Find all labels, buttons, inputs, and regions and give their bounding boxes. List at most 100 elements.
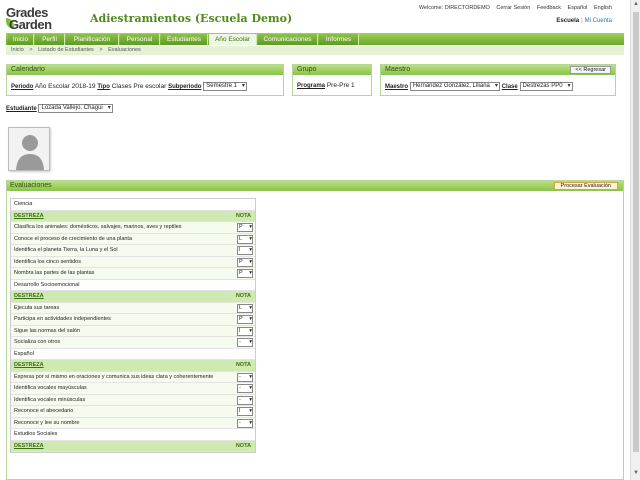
tab-personal[interactable]: Personal (120, 34, 160, 45)
grade-select[interactable]: P (237, 223, 253, 232)
back-button[interactable]: << Regresar (570, 66, 611, 74)
evaluation-row: Nombra las partes de las plantas P (11, 268, 255, 280)
skill-text: Participa en actividades independientes (14, 316, 111, 322)
periodo-label: Periodo (11, 84, 34, 91)
student-label: Estudiante (6, 106, 37, 113)
grade-select[interactable]: P (237, 315, 253, 324)
breadcrumb-separator: > (99, 47, 103, 53)
destreza-column-header[interactable]: DESTREZA (14, 213, 44, 219)
grade-select[interactable]: P (237, 269, 253, 278)
destreza-column-header[interactable]: DESTREZA (14, 293, 44, 299)
evaluation-row: Identifica vocales mayúsculas - (11, 383, 255, 395)
skill-text: Identifica el planeta Tierra, la Luna y … (14, 247, 118, 253)
destreza-column-header[interactable]: DESTREZA (14, 362, 44, 368)
grade-select[interactable]: - (237, 338, 253, 347)
breadcrumb-separator: > (29, 47, 33, 53)
scrollbar-thumb[interactable] (633, 12, 639, 452)
grade-select[interactable]: - (237, 395, 253, 405)
skill-text: Ejecuta sus tareas (14, 304, 60, 311)
grade-select[interactable]: I (237, 326, 253, 336)
feedback-link[interactable]: Feedback (537, 5, 561, 11)
nota-column-header: NOTA (235, 293, 251, 299)
skill-text: Identifica vocales mayúsculas (14, 385, 87, 391)
maestro-panel: Maestro << Regresar Maestro Hernández Go… (380, 64, 616, 96)
student-avatar (8, 127, 50, 171)
section-name: Desarrollo Socioemocional (11, 279, 255, 291)
calendario-panel: Calendario Periodo Año Escolar 2018-19 T… (6, 64, 284, 96)
grupo-title: Grupo (293, 65, 371, 75)
school-label[interactable]: Escuela (556, 18, 579, 24)
grade-select[interactable]: L (237, 303, 253, 313)
scroll-up-icon[interactable]: ▲ (633, 1, 639, 7)
tipo-label: Tipo (97, 84, 110, 91)
tab-comunicaciones[interactable]: Comunicaciones (258, 34, 318, 45)
skill-text: Identifica vocales minúsculas (14, 396, 86, 403)
top-links: Welcome: DIRECTORDEMO Cerrar Sesión Feed… (414, 5, 612, 11)
grade-select[interactable]: I (237, 246, 253, 255)
evaluation-row: Conoce el proceso de crecimiento de una … (11, 233, 255, 245)
section-name: Español (11, 348, 255, 360)
main-nav: Inicio Perfil Planificación Personal Est… (6, 33, 624, 45)
section-header-row: DESTREZA NOTA (11, 210, 255, 222)
evaluaciones-title: Evaluaciones (7, 181, 623, 191)
section-name: Ciencia (11, 199, 255, 211)
grade-select[interactable]: I (237, 407, 253, 416)
scroll-down-icon[interactable]: ▼ (633, 470, 639, 476)
grupo-panel: Grupo Programa Pre-Pre 1 (292, 64, 372, 96)
student-selector: Estudiante Lozada Vallejo, Chagui (6, 104, 113, 113)
skill-text: Nombra las partes de las plantas (14, 270, 95, 276)
evaluation-row: Sigue las normas del salón I (11, 325, 255, 337)
clase-select[interactable]: Destrezas PP0 (519, 82, 573, 91)
evaluation-row: Clasifica los animales: domésticos, salv… (11, 222, 255, 234)
evaluation-row: Participa en actividades independientes P (11, 314, 255, 326)
tab-perfil[interactable]: Perfil (35, 34, 65, 45)
nota-column-header: NOTA (235, 442, 251, 449)
subperiodo-select[interactable]: Semestre 1 (203, 82, 247, 91)
skill-text: Reconoce y lee su nombre (14, 419, 80, 426)
evaluation-row: Socializa con otros - (11, 337, 255, 349)
grade-select[interactable]: L (237, 234, 253, 244)
calendario-title: Calendario (7, 65, 283, 75)
grade-select[interactable]: P (237, 257, 253, 267)
maestro-select[interactable]: Hernández González, Liliana (409, 82, 500, 91)
grade-select[interactable]: - (237, 372, 253, 382)
student-select[interactable]: Lozada Vallejo, Chagui (38, 104, 113, 113)
maestro-label: Maestro (385, 84, 409, 91)
school-links: Escuela | Mi Cuenta (556, 18, 612, 24)
tab-ano-escolar[interactable]: Año Escolar (209, 34, 257, 45)
evaluation-row: Reconoce y lee su nombre - (11, 417, 255, 429)
tab-inicio[interactable]: Inicio (8, 34, 34, 45)
page-scrollbar[interactable]: ▲ ▼ (630, 0, 640, 480)
clase-label: Clase (501, 84, 518, 91)
breadcrumb-listado[interactable]: Listado de Estudiantes (38, 47, 94, 53)
evaluation-row: Identifica el planeta Tierra, la Luna y … (11, 245, 255, 257)
evaluation-table: Ciencia DESTREZA NOTA Clasifica los animale… (10, 198, 256, 453)
grade-select[interactable]: - (237, 418, 253, 428)
logout-link[interactable]: Cerrar Sesión (496, 5, 530, 11)
evaluation-row: Reconoce el abecedario I (11, 406, 255, 418)
grades-garden-logo[interactable]: Grades Garden (6, 5, 84, 32)
process-evaluation-button[interactable]: Procesar Evaluación (553, 182, 618, 190)
tab-informes[interactable]: Informes (319, 34, 359, 45)
skill-text: Identifica los cinco sentidos (14, 258, 81, 265)
section-name: Estudios Sociales (11, 429, 255, 441)
destreza-column-header[interactable]: DESTREZA (14, 443, 44, 449)
welcome-text: Welcome: DIRECTORDEMO (418, 5, 490, 11)
top-bar: Grades Garden Adiestramientos (Escuela D… (0, 0, 628, 32)
subperiodo-label: Subperiodo (168, 84, 202, 91)
grade-select[interactable]: - (237, 384, 253, 393)
spanish-link[interactable]: Español (568, 5, 588, 11)
skill-text: Sigue las normas del salón (14, 327, 81, 334)
section-header-row: DESTREZA NOTA (11, 360, 255, 372)
my-account-link[interactable]: Mi Cuenta (585, 18, 612, 24)
tab-planificacion[interactable]: Planificación (66, 34, 119, 45)
skill-text: Reconoce el abecedario (14, 408, 74, 414)
section-header-row: DESTREZA NOTA (11, 291, 255, 303)
evaluation-row: Identifica los cinco sentidos P (11, 256, 255, 268)
evaluation-row: Ejecuta sus tareas L (11, 302, 255, 314)
english-link[interactable]: English (594, 5, 612, 11)
breadcrumb-inicio[interactable]: Inicio (11, 47, 24, 53)
tab-estudiantes[interactable]: Estudiantes (161, 34, 208, 45)
evaluation-row: Identifica vocales minúsculas - (11, 394, 255, 406)
breadcrumb-evaluaciones: Evaluaciones (108, 47, 141, 53)
